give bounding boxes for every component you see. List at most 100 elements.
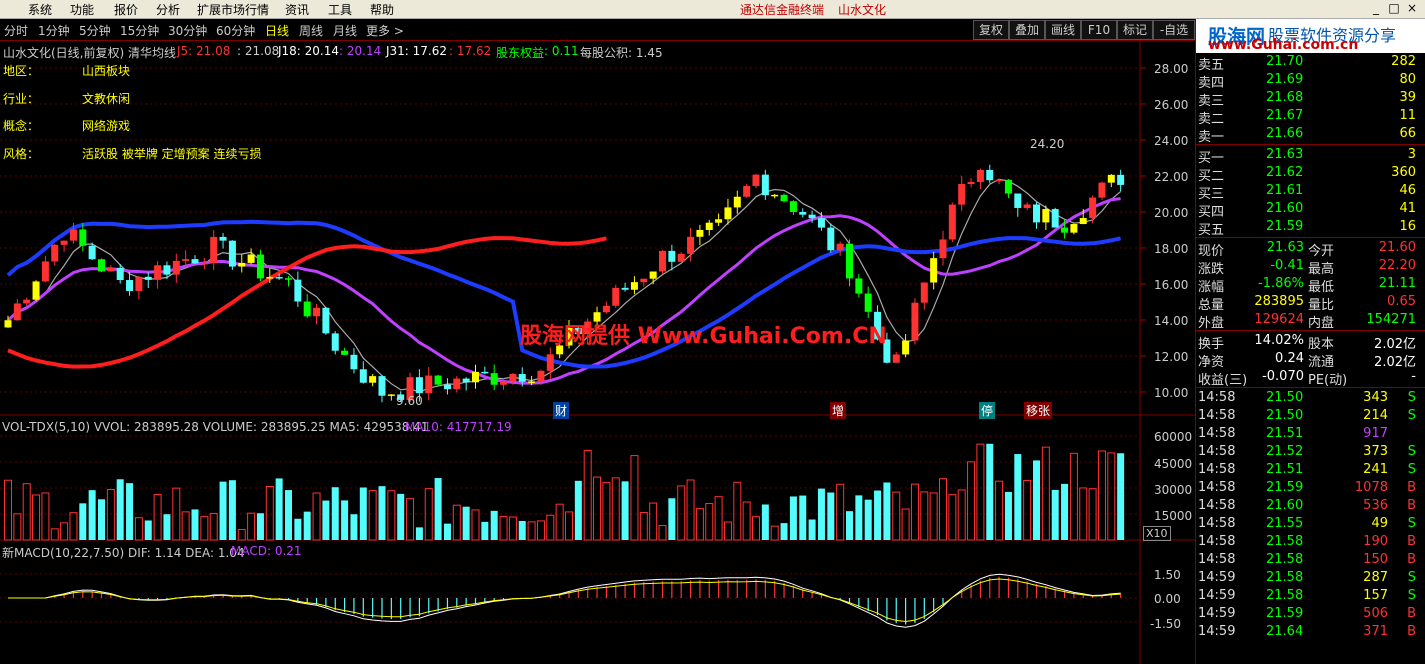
extra-row: 收益(三) -0.070 PE(动) - — [1196, 368, 1425, 388]
maximize-icon[interactable]: □ — [1386, 1, 1402, 16]
menu-analysis[interactable]: 分析 — [156, 1, 180, 18]
menu-extended-market[interactable]: 扩展市场行情 — [197, 1, 269, 18]
tick-row: 14:58 21.50 343 S — [1196, 389, 1425, 407]
macd-value: MACD: 0.21 — [231, 544, 302, 558]
candle-body — [172, 260, 180, 275]
ask-volume: 80 — [1399, 72, 1416, 87]
menu-news[interactable]: 资讯 — [285, 1, 309, 18]
mark-button[interactable]: 标记 — [1117, 20, 1153, 40]
candle-body — [761, 174, 769, 196]
f10-button[interactable]: F10 — [1081, 20, 1117, 40]
marker-finance[interactable]: 财 — [553, 402, 570, 419]
period-daily[interactable]: 日线 — [265, 22, 289, 39]
period-weekly[interactable]: 周线 — [299, 22, 323, 39]
bid-volume: 360 — [1391, 165, 1416, 180]
volume-bar — [106, 489, 115, 541]
volume-ma10: MA10: 417717.19 — [405, 420, 512, 434]
candle-body — [88, 245, 96, 260]
candle-body — [864, 293, 872, 312]
volume-bar — [312, 492, 321, 541]
tick-price: 21.58 — [1266, 588, 1304, 603]
restore-rights-button[interactable]: 复权 — [973, 20, 1009, 40]
menu-help[interactable]: 帮助 — [370, 1, 394, 18]
tick-volume: 190 — [1363, 534, 1388, 549]
marker-increase[interactable]: 增 — [830, 402, 847, 419]
period-5min[interactable]: 5分钟 — [79, 22, 111, 39]
watchlist-button[interactable]: -自选 — [1153, 20, 1195, 40]
tick-time: 14:58 — [1198, 444, 1236, 459]
candle-body — [780, 194, 788, 202]
candle-body — [126, 280, 134, 292]
app-stock-name: 山水文化 — [838, 3, 887, 17]
volume-bar — [527, 521, 536, 541]
tick-price: 21.64 — [1266, 624, 1304, 639]
volume-bar — [808, 519, 816, 540]
period-15min[interactable]: 15分钟 — [120, 22, 159, 39]
candle-body — [1079, 218, 1087, 225]
menu-system[interactable]: 系统 — [28, 1, 52, 18]
stat-value: 129624 — [1254, 312, 1304, 327]
chart-title: 山水文化(日线,前复权) 清华均线 — [3, 46, 176, 60]
macd-tick-0: 0.00 — [1154, 592, 1181, 606]
menu-quote[interactable]: 报价 — [114, 1, 138, 18]
stat-label: 外盘 — [1198, 316, 1225, 331]
candle-body — [453, 378, 461, 390]
tick-price: 21.50 — [1266, 390, 1304, 405]
volume-bar — [98, 499, 105, 540]
marker-suspend[interactable]: 停 — [979, 402, 996, 419]
chart-area[interactable] — [0, 41, 1195, 664]
overlay-button[interactable]: 叠加 — [1009, 20, 1045, 40]
period-1min[interactable]: 1分钟 — [38, 22, 70, 39]
extra-row: 净资 0.24 流通 2.02亿 — [1196, 350, 1425, 370]
price-tick-18: 18.00 — [1154, 242, 1189, 256]
vol-tick-30000: 30000 — [1154, 483, 1193, 497]
menu-tools[interactable]: 工具 — [328, 1, 352, 18]
period-monthly[interactable]: 月线 — [333, 22, 357, 39]
bid-volume: 16 — [1399, 219, 1416, 234]
volume-bar — [32, 494, 41, 541]
candle-body — [1107, 174, 1115, 183]
period-intraday[interactable]: 分时 — [4, 22, 28, 39]
volume-bar — [256, 513, 264, 540]
volume-bar — [228, 480, 236, 540]
tick-price: 21.59 — [1266, 606, 1304, 621]
volume-bar — [742, 501, 751, 541]
candle-body — [154, 265, 162, 280]
minimize-icon[interactable]: _ — [1368, 1, 1384, 16]
candlesticks — [4, 164, 1125, 403]
tick-volume: 241 — [1363, 462, 1388, 477]
tick-row: 14:58 21.60 536 B — [1196, 497, 1425, 515]
period-toolbar: 分时 1分钟 5分钟 15分钟 30分钟 60分钟 日线 周线 月线 更多 > … — [0, 19, 1195, 41]
menu-function[interactable]: 功能 — [70, 1, 94, 18]
period-60min[interactable]: 60分钟 — [216, 22, 255, 39]
marker-transfer[interactable]: 移张 — [1024, 402, 1053, 419]
tick-row: 14:58 21.52 373 S — [1196, 443, 1425, 461]
volume-bar — [686, 479, 695, 541]
volume-bar — [621, 481, 629, 540]
close-icon[interactable]: × — [1404, 1, 1420, 16]
volume-bar — [508, 516, 517, 541]
reserve-per-share: 每股公积: 1.45 — [580, 46, 663, 60]
candle-body — [724, 207, 732, 220]
info-label-concept: 概念： — [3, 119, 40, 133]
draw-line-button[interactable]: 画线 — [1045, 20, 1081, 40]
candle-body — [789, 201, 797, 212]
candle-body — [322, 307, 330, 334]
candle-body — [434, 375, 442, 385]
volume-bar — [1041, 446, 1050, 541]
period-30min[interactable]: 30分钟 — [168, 22, 207, 39]
ask-row: 卖三 21.68 39 — [1196, 89, 1425, 109]
period-more[interactable]: 更多 > — [366, 22, 404, 39]
ask-row: 卖一 21.66 66 — [1196, 125, 1425, 145]
volume-title: VOL-TDX(5,10) VVOL: 283895.28 VOLUME: 28… — [2, 420, 429, 434]
candle-body — [275, 277, 283, 279]
extra-row: 换手 14.02% 股本 2.02亿 — [1196, 332, 1425, 352]
info-value-region: 山西板块 — [82, 64, 131, 78]
tick-row: 14:58 21.51 917 — [1196, 425, 1425, 443]
candle-body — [369, 376, 377, 383]
candle-body — [920, 282, 928, 303]
bid-row: 买三 21.61 46 — [1196, 182, 1425, 202]
volume-bar — [649, 502, 658, 541]
candle-body — [696, 229, 704, 237]
candle-body — [79, 229, 87, 246]
